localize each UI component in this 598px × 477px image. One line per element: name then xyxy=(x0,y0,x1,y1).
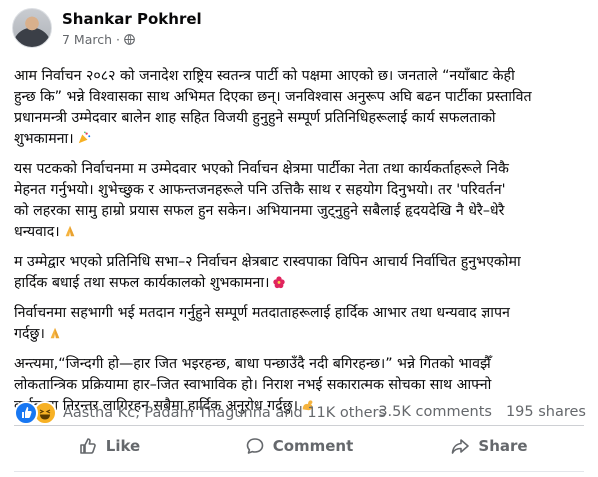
avatar[interactable] xyxy=(12,8,52,48)
post-header: Shankar Pokhrel 7 March · xyxy=(12,8,582,56)
actions-divider xyxy=(14,425,584,426)
post-stats: Aastha Kc, Padam Thagunna and 11K others… xyxy=(14,399,586,427)
author-name[interactable]: Shankar Pokhrel xyxy=(62,10,202,28)
like-label: Like xyxy=(105,437,141,455)
like-reaction-icon[interactable] xyxy=(14,401,38,425)
post-line: शुभकामना। xyxy=(14,131,74,147)
post-line: लोकतान्त्रिक प्रक्रियामा हार–जित स्वाभाव… xyxy=(14,377,492,393)
post-date[interactable]: 7 March xyxy=(62,32,112,47)
globe-icon xyxy=(124,34,135,45)
post-line: प्रधानमन्त्री उम्मेदवार बालेन शाह सहित व… xyxy=(14,110,496,126)
share-icon xyxy=(452,439,470,454)
share-label: Share xyxy=(478,437,528,455)
comment-button[interactable]: Comment xyxy=(204,428,394,464)
post-line: आम निर्वाचन २०८२ को जनादेश राष्ट्रिय स्व… xyxy=(14,68,515,84)
folded-hands-emoji xyxy=(50,327,60,339)
post-line: निर्वाचनमा सहभागी भई मतदान गर्नुहुने सम्… xyxy=(14,305,510,321)
folded-hands-emoji xyxy=(65,225,74,237)
post-line: हार्दिक बधाई तथा सफल कार्यकालको शुभकामना… xyxy=(14,275,270,291)
post-meta: 7 March · xyxy=(62,32,135,47)
engagement-counts: 3.5K comments 195 shares xyxy=(378,404,586,420)
post-actions: Like Comment Share xyxy=(14,428,584,464)
party-popper-emoji xyxy=(78,131,90,144)
shares-count[interactable]: 195 shares xyxy=(506,404,586,420)
post-line: अन्त्यमा,“जिन्दगी हो—हार जित भइरहन्छ, बा… xyxy=(14,356,491,372)
post-line: को लहरका सामु हाम्रो प्रयास सफल हुन सकेन… xyxy=(14,203,505,219)
post-line: गर्दछु। xyxy=(14,326,45,342)
post-body: आम निर्वाचन २०८२ को जनादेश राष्ट्रिय स्व… xyxy=(14,66,586,426)
post-paragraph: म उम्मेद्वार भएको प्रतिनिधि सभा–२ निर्वा… xyxy=(14,252,586,294)
post-paragraph: आम निर्वाचन २०८२ को जनादेश राष्ट्रिय स्व… xyxy=(14,66,586,150)
post-line: यस पटकको निर्वाचनमा म उम्मेदवार भएको निर… xyxy=(14,161,509,177)
post-line: मेहनत गर्नुभयो। शुभेच्छुक र आफन्तजनहरूले… xyxy=(14,182,506,198)
like-button[interactable]: Like xyxy=(14,428,204,464)
post-line: म उम्मेद्वार भएको प्रतिनिधि सभा–२ निर्वा… xyxy=(14,254,521,270)
reactions-summary[interactable]: Aastha Kc, Padam Thagunna and 11K others xyxy=(14,401,386,425)
thumbs-up-icon xyxy=(79,438,96,454)
comment-label: Comment xyxy=(272,437,354,455)
bottom-divider xyxy=(14,471,584,472)
post-paragraph: यस पटकको निर्वाचनमा म उम्मेदवार भएको निर… xyxy=(14,159,586,243)
post-paragraph: निर्वाचनमा सहभागी भई मतदान गर्नुहुने सम्… xyxy=(14,303,586,345)
reaction-names[interactable]: Aastha Kc, Padam Thagunna and 11K others xyxy=(63,405,386,421)
hibiscus-emoji xyxy=(273,276,286,289)
share-button[interactable]: Share xyxy=(394,428,584,464)
post-line: धन्यवाद। xyxy=(14,224,60,240)
post-line: हुन्छ कि” भन्ने विश्वासका साथ अभिमत दिएक… xyxy=(14,89,532,105)
comments-count[interactable]: 3.5K comments xyxy=(378,404,492,420)
comment-icon xyxy=(246,438,263,454)
